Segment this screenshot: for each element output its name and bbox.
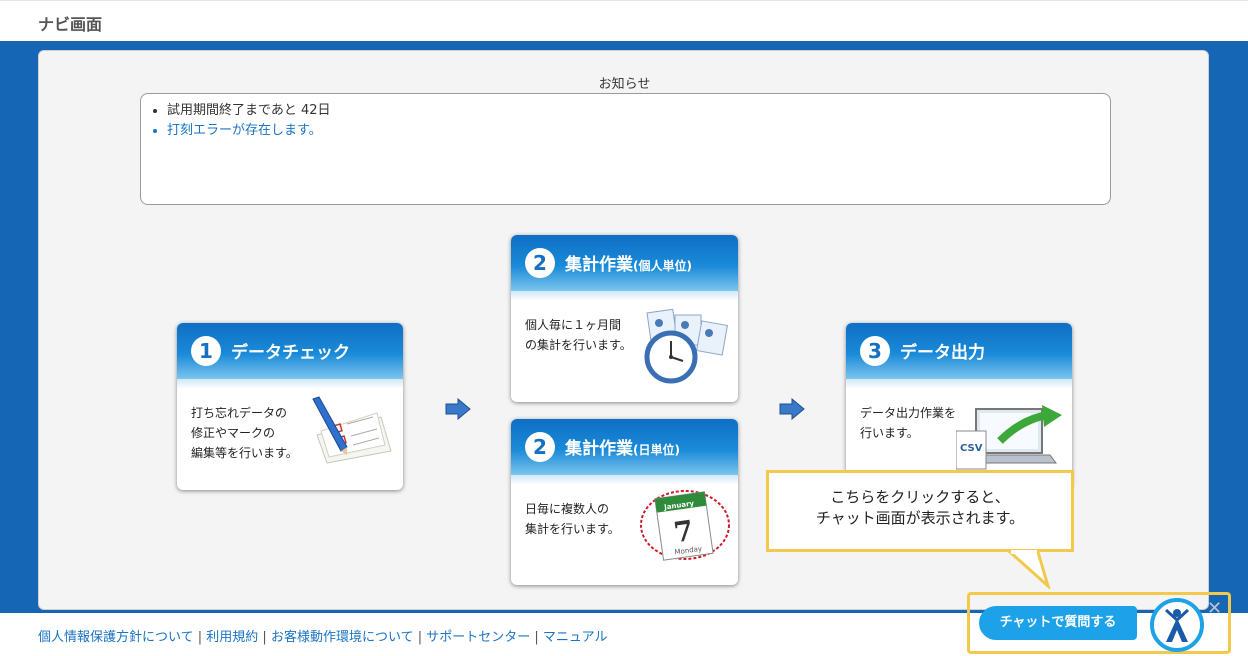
terms-link[interactable]: 利用規約 — [206, 630, 258, 645]
arrow-right-icon — [445, 398, 471, 420]
privacy-policy-link[interactable]: 個人情報保護方針について — [38, 630, 194, 645]
chat-hint-tooltip: こちらをクリックすると、 チャット画面が表示されます。 — [766, 470, 1074, 552]
data-check-card[interactable]: 1 データチェック 打ち忘れデータの 修正やマークの 編集等を行います。 — [177, 323, 403, 490]
tooltip-line: こちらをクリックすると、 — [830, 488, 1010, 506]
page-title: ナビ画面 — [38, 15, 103, 34]
summary-day-card[interactable]: 2 集計作業(日単位) 日毎に複数人の 集計を行います。 January 7 M… — [511, 419, 738, 585]
calendar-icon: January 7 Monday — [640, 490, 730, 561]
chat-bot-icon — [1164, 608, 1190, 642]
notice-box: 試用期間終了まであと 42日 打刻エラーが存在します。 — [140, 93, 1111, 205]
notice-title: お知らせ — [598, 77, 651, 92]
page-header: ナビ画面 — [0, 0, 1248, 41]
csv-file-label: CSV — [960, 443, 983, 454]
footer-links: 個人情報保護方針について | 利用規約 | お客様動作環境について | サポート… — [38, 630, 608, 645]
step-number-badge: 2 — [525, 248, 555, 278]
card-header: 3 データ出力 — [846, 323, 1072, 379]
summary-person-card[interactable]: 2 集計作業(個人単位) 個人毎に１ヶ月間 の集計を行います。 — [511, 235, 738, 402]
card-title: 集計作業(個人単位) — [565, 255, 692, 275]
card-title: 集計作業(日単位) — [565, 439, 680, 459]
laptop-csv-export-icon: CSV — [956, 405, 1062, 470]
step-number-badge: 2 — [525, 432, 555, 462]
tooltip-tail — [1008, 550, 1051, 589]
card-header: 1 データチェック — [177, 323, 403, 379]
manual-link[interactable]: マニュアル — [543, 630, 608, 645]
pencil-document-icon — [312, 396, 392, 464]
environment-link[interactable]: お客様動作環境について — [271, 630, 414, 645]
chat-question-button[interactable]: チャットで質問する — [979, 606, 1137, 640]
tooltip-line: チャット画面が表示されます。 — [815, 509, 1025, 527]
step-number-badge: 3 — [860, 336, 890, 366]
card-title: データチェック — [231, 343, 350, 363]
arrow-right-icon — [779, 398, 805, 420]
close-icon[interactable]: ✕ — [1207, 600, 1225, 618]
support-center-link[interactable]: サポートセンター — [426, 630, 530, 645]
step-number-badge: 1 — [191, 336, 221, 366]
card-header: 2 集計作業(日単位) — [511, 419, 738, 475]
card-title: データ出力 — [900, 343, 985, 363]
card-header: 2 集計作業(個人単位) — [511, 235, 738, 291]
clock-timesheet-icon — [644, 308, 728, 384]
notice-item-stamp-error-link[interactable]: 打刻エラーが存在します。 — [167, 121, 1100, 141]
notice-item-trial: 試用期間終了まであと 42日 — [167, 101, 1100, 121]
chat-avatar[interactable] — [1150, 598, 1204, 652]
data-output-card[interactable]: 3 データ出力 データ出力作業を 行います。 CSV — [846, 323, 1072, 490]
